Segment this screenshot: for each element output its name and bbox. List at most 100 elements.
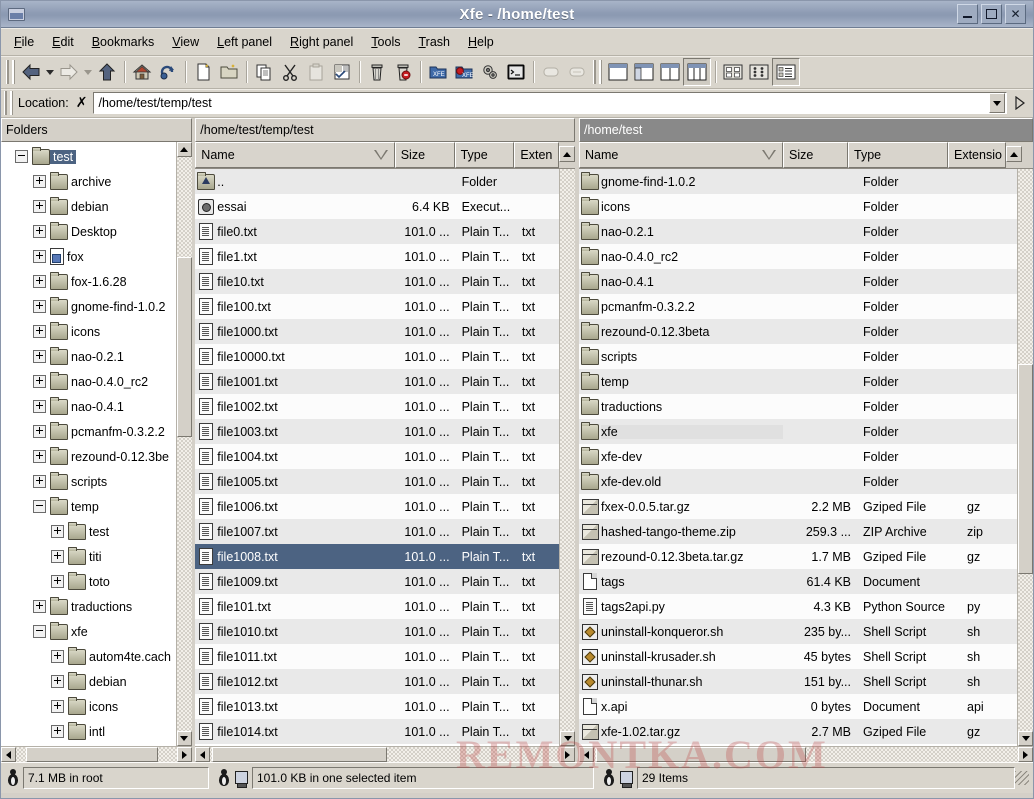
- back-history-dropdown-icon[interactable]: [46, 69, 54, 75]
- menu-right-panel[interactable]: Right panel: [281, 32, 362, 52]
- table-row[interactable]: xfe-1.02.tar.gz 2.7 MB Gziped File gz: [579, 719, 1017, 744]
- tree-node[interactable]: pcmanfm-0.3.2.2: [1, 419, 176, 444]
- tree-node[interactable]: archive: [1, 169, 176, 194]
- menu-edit[interactable]: Edit: [43, 32, 83, 52]
- left-column-type[interactable]: Type: [454, 142, 515, 168]
- menu-view[interactable]: View: [163, 32, 208, 52]
- thumbnails-icon[interactable]: [564, 59, 590, 85]
- right-vertical-scrollbar[interactable]: [1017, 169, 1033, 746]
- expand-icon[interactable]: [33, 350, 46, 363]
- table-row[interactable]: nao-0.4.0_rc2 Folder: [579, 244, 1017, 269]
- left-horizontal-scrollbar[interactable]: [195, 746, 576, 762]
- collapse-icon[interactable]: [33, 625, 46, 638]
- menu-file[interactable]: File: [5, 32, 43, 52]
- table-row[interactable]: file1008.txt 101.0 ... Plain T... txt: [195, 544, 560, 569]
- table-row[interactable]: file1000.txt 101.0 ... Plain T... txt: [195, 319, 560, 344]
- left-scroll-up-button[interactable]: [559, 146, 576, 162]
- tree-vertical-scrollbar[interactable]: [175, 142, 192, 746]
- tree-node[interactable]: test: [1, 519, 176, 544]
- small-icons-view-icon[interactable]: [746, 59, 772, 85]
- clear-location-icon[interactable]: ✗: [76, 95, 94, 111]
- table-row[interactable]: icons Folder: [579, 194, 1017, 219]
- expand-icon[interactable]: [33, 375, 46, 388]
- expand-icon[interactable]: [51, 525, 64, 538]
- new-folder-icon[interactable]: [216, 59, 242, 85]
- tree-node[interactable]: scripts: [1, 469, 176, 494]
- expand-icon[interactable]: [33, 300, 46, 313]
- right-scroll-right-button[interactable]: [1018, 747, 1033, 762]
- right-column-extension[interactable]: Extensio: [948, 142, 1006, 168]
- table-row[interactable]: file1006.txt 101.0 ... Plain T... txt: [195, 494, 560, 519]
- resize-grip[interactable]: [1015, 771, 1029, 785]
- menu-tools[interactable]: Tools: [362, 32, 409, 52]
- right-hscroll-thumb[interactable]: [596, 747, 806, 762]
- delete-icon[interactable]: [390, 59, 416, 85]
- right-scroll-up-button[interactable]: [1006, 146, 1022, 162]
- refresh-icon[interactable]: [155, 59, 181, 85]
- tree-node[interactable]: nao-0.4.0_rc2: [1, 369, 176, 394]
- right-scroll-thumb[interactable]: [1018, 364, 1033, 574]
- table-row[interactable]: file1007.txt 101.0 ... Plain T... txt: [195, 519, 560, 544]
- expand-icon[interactable]: [33, 225, 46, 238]
- expand-icon[interactable]: [51, 725, 64, 738]
- table-row[interactable]: file1.txt 101.0 ... Plain T... txt: [195, 244, 560, 269]
- expand-icon[interactable]: [33, 600, 46, 613]
- mount-icon[interactable]: XFE: [425, 59, 451, 85]
- expand-icon[interactable]: [33, 400, 46, 413]
- left-scroll-left-button[interactable]: [195, 747, 211, 762]
- expand-icon[interactable]: [33, 275, 46, 288]
- tree-node[interactable]: icons: [1, 319, 176, 344]
- expand-icon[interactable]: [33, 175, 46, 188]
- toolbar-grip-2[interactable]: [593, 60, 602, 84]
- tree-node[interactable]: traductions: [1, 594, 176, 619]
- table-row[interactable]: file1001.txt 101.0 ... Plain T... txt: [195, 369, 560, 394]
- table-row[interactable]: pcmanfm-0.3.2.2 Folder: [579, 294, 1017, 319]
- tree-node[interactable]: Desktop: [1, 219, 176, 244]
- table-row[interactable]: file1003.txt 101.0 ... Plain T... txt: [195, 419, 560, 444]
- maximize-button[interactable]: [981, 4, 1002, 24]
- table-row[interactable]: tags 61.4 KB Document: [579, 569, 1017, 594]
- table-row[interactable]: file1004.txt 101.0 ... Plain T... txt: [195, 444, 560, 469]
- tree-node[interactable]: intl: [1, 719, 176, 744]
- menu-bookmarks[interactable]: Bookmarks: [83, 32, 164, 52]
- left-file-list[interactable]: .. Folder essai 6.4 KB Execut... file0.txt 101…: [195, 169, 560, 746]
- table-row[interactable]: file100.txt 101.0 ... Plain T... txt: [195, 294, 560, 319]
- tree-node[interactable]: titi: [1, 544, 176, 569]
- right-scroll-down-button[interactable]: [1018, 731, 1033, 746]
- table-row[interactable]: essai 6.4 KB Execut...: [195, 194, 560, 219]
- table-row[interactable]: x.api 0 bytes Document api: [579, 694, 1017, 719]
- expand-icon[interactable]: [33, 250, 46, 263]
- left-vertical-scrollbar[interactable]: [559, 169, 576, 746]
- expand-icon[interactable]: [33, 325, 46, 338]
- expand-icon[interactable]: [33, 450, 46, 463]
- right-column-name[interactable]: Name: [579, 142, 783, 168]
- tree-node[interactable]: toto: [1, 569, 176, 594]
- table-row[interactable]: uninstall-krusader.sh 45 bytes Shell Scrip…: [579, 644, 1017, 669]
- menu-left-panel[interactable]: Left panel: [208, 32, 281, 52]
- tree-node[interactable]: test: [1, 144, 176, 169]
- table-row[interactable]: fxex-0.0.5.tar.gz 2.2 MB Gziped File gz: [579, 494, 1017, 519]
- home-icon[interactable]: [129, 59, 155, 85]
- expand-icon[interactable]: [51, 650, 64, 663]
- preferences-icon[interactable]: [477, 59, 503, 85]
- trash-icon[interactable]: [364, 59, 390, 85]
- expand-icon[interactable]: [51, 550, 64, 563]
- collapse-icon[interactable]: [15, 150, 28, 163]
- new-file-icon[interactable]: [190, 59, 216, 85]
- tree-and-panel-icon[interactable]: [631, 59, 657, 85]
- table-row[interactable]: file1014.txt 101.0 ... Plain T... txt: [195, 719, 560, 744]
- tree-node[interactable]: nao-0.2.1: [1, 344, 176, 369]
- table-row[interactable]: traductions Folder: [579, 394, 1017, 419]
- tree-node[interactable]: rezound-0.12.3be: [1, 444, 176, 469]
- table-row[interactable]: file10.txt 101.0 ... Plain T... txt: [195, 269, 560, 294]
- table-row[interactable]: .. Folder: [195, 169, 560, 194]
- table-row[interactable]: file10000.txt 101.0 ... Plain T... txt: [195, 344, 560, 369]
- tree-node[interactable]: icons: [1, 694, 176, 719]
- left-hscroll-thumb[interactable]: [212, 747, 388, 762]
- unmount-icon[interactable]: XFE: [451, 59, 477, 85]
- tree-node[interactable]: nao-0.4.1: [1, 394, 176, 419]
- folder-tree[interactable]: test archive debian Desktop fox fox-1.6.28 gno…: [1, 142, 176, 746]
- tree-node[interactable]: temp: [1, 494, 176, 519]
- left-column-size[interactable]: Size: [394, 142, 455, 168]
- forward-history-dropdown-icon[interactable]: [84, 69, 92, 75]
